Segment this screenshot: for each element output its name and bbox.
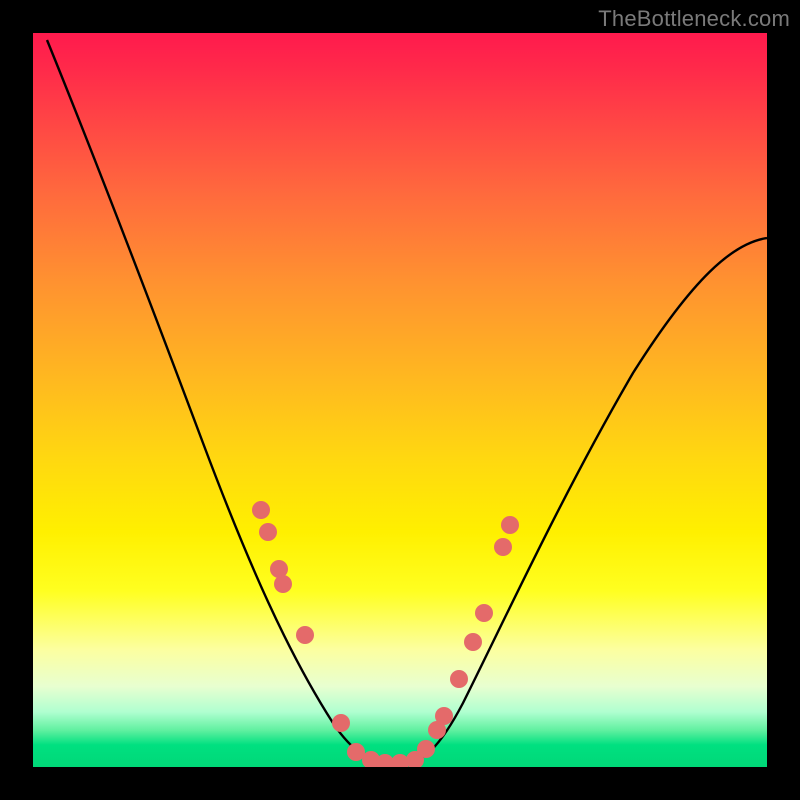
data-marker — [501, 516, 519, 534]
data-marker — [252, 501, 270, 519]
data-marker — [475, 604, 493, 622]
data-marker — [417, 740, 435, 758]
data-marker — [435, 707, 453, 725]
data-marker — [464, 633, 482, 651]
bottleneck-curve — [47, 40, 767, 765]
data-marker — [274, 575, 292, 593]
data-marker — [296, 626, 314, 644]
curve-svg — [33, 33, 767, 767]
data-marker — [450, 670, 468, 688]
data-marker — [259, 523, 277, 541]
plot-area — [33, 33, 767, 767]
watermark-label: TheBottleneck.com — [598, 6, 790, 32]
data-marker — [494, 538, 512, 556]
chart-frame: TheBottleneck.com — [0, 0, 800, 800]
data-marker — [332, 714, 350, 732]
